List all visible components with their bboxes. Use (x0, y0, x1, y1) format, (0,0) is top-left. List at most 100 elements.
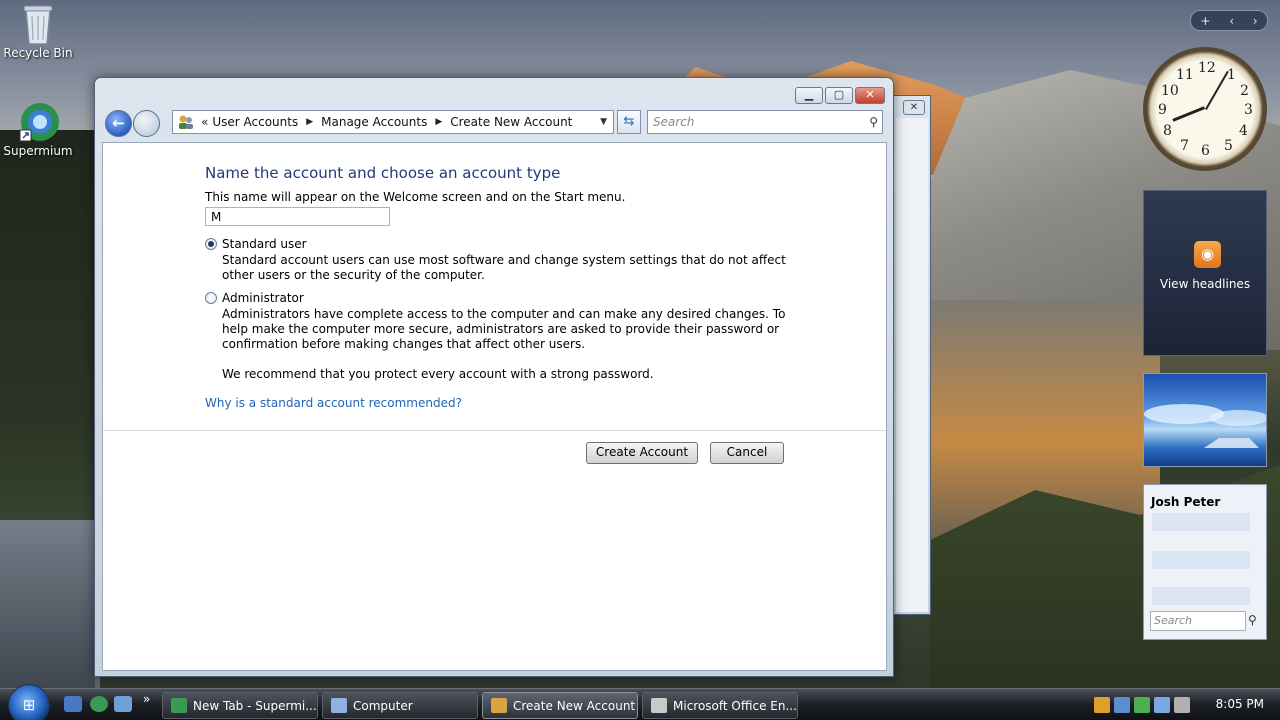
divider (103, 430, 886, 431)
security-shield-icon[interactable] (1094, 697, 1110, 713)
taskbar-item-label: Microsoft Office En... (673, 698, 797, 713)
clock-number: 3 (1244, 102, 1253, 118)
slide-image (1144, 404, 1269, 448)
chevron-down-icon[interactable]: ▼ (600, 117, 607, 127)
next-page-button[interactable]: › (1253, 14, 1258, 28)
arrow-left-icon: ← (112, 114, 125, 132)
close-button[interactable]: ✕ (855, 87, 885, 104)
supermium-icon (18, 100, 59, 142)
clock-number: 4 (1239, 123, 1248, 139)
administrator-radio[interactable] (205, 292, 217, 304)
standard-user-label[interactable]: Standard user (222, 237, 307, 251)
refresh-icon: ⇆ (623, 114, 635, 129)
standard-user-description: Standard account users can use most soft… (222, 253, 786, 282)
taskbar-clock[interactable]: 8:05 PM (1216, 697, 1264, 711)
chevron-right-icon[interactable]: ▶ (306, 117, 313, 127)
office-installer-icon (651, 698, 667, 713)
chevron-right-icon[interactable]: ▶ (435, 117, 442, 127)
quicklaunch-overflow[interactable]: » (143, 692, 150, 706)
taskbar-item-computer[interactable]: Computer (322, 692, 478, 719)
update-icon[interactable] (1134, 697, 1150, 713)
page-title: Name the account and choose an account t… (205, 164, 561, 182)
clock-number: 9 (1158, 102, 1167, 118)
breadcrumb-item-manage-accounts[interactable]: Manage Accounts (321, 115, 427, 129)
back-button[interactable]: ← (105, 110, 132, 137)
contact-detail-row (1152, 587, 1250, 605)
clock-number: 1 (1227, 67, 1236, 83)
content-pane: Name the account and choose an account t… (102, 142, 887, 671)
standard-user-radio[interactable] (205, 238, 217, 250)
breadcrumb-overflow-icon[interactable]: « (201, 115, 208, 129)
recycle-bin-icon (18, 2, 58, 45)
desktop-icon-label: Supermium (3, 144, 73, 158)
contact-detail-row (1152, 551, 1250, 569)
clock-number: 6 (1201, 143, 1210, 159)
previous-page-button[interactable]: ‹ (1229, 14, 1234, 28)
contacts-search-input[interactable]: Search (1150, 611, 1246, 631)
clock-number: 2 (1240, 83, 1249, 99)
volume-muted-icon[interactable] (1174, 697, 1190, 713)
search-icon[interactable]: ⚲ (1248, 613, 1257, 627)
supermium-quicklaunch-icon[interactable] (90, 696, 108, 712)
background-window[interactable]: ✕ (893, 95, 931, 615)
supermium-icon (171, 698, 187, 713)
maximize-button[interactable]: ▢ (825, 87, 853, 104)
taskbar-item-label: Create New Account (513, 698, 636, 713)
refresh-button[interactable]: ⇆ (617, 110, 641, 134)
clock-number: 8 (1163, 123, 1172, 139)
breadcrumb-item-user-accounts[interactable]: User Accounts (212, 115, 298, 129)
create-account-window: ▁ ▢ ✕ ← « User Accounts ▶ Manage Account… (94, 77, 894, 677)
window-controls: ▁ ▢ ✕ (795, 87, 885, 104)
name-description: This name will appear on the Welcome scr… (205, 190, 626, 204)
sidebar-controls: + ‹ › (1190, 10, 1268, 31)
user-accounts-icon (179, 115, 193, 129)
contact-name[interactable]: Josh Peter (1151, 495, 1220, 509)
breadcrumb-item-create-new-account[interactable]: Create New Account (450, 115, 572, 129)
clock-number: 5 (1224, 138, 1233, 154)
administrator-label[interactable]: Administrator (222, 291, 304, 305)
network-icon[interactable] (1154, 697, 1170, 713)
slide-show-gadget[interactable] (1143, 373, 1269, 467)
user-accounts-icon (491, 698, 507, 713)
clock-minute-hand (1205, 70, 1229, 110)
create-account-button[interactable]: Create Account (586, 442, 698, 464)
computer-icon (331, 698, 347, 713)
administrator-description: Administrators have complete access to t… (222, 307, 786, 351)
desktop-icon-recycle-bin[interactable]: Recycle Bin (0, 2, 76, 60)
close-icon[interactable]: ✕ (903, 100, 925, 115)
taskbar-item-label: New Tab - Supermi... (193, 698, 317, 713)
minimize-button[interactable]: ▁ (795, 87, 823, 104)
clock-number: 7 (1180, 138, 1189, 154)
desktop-icon-supermium[interactable]: Supermium (0, 100, 76, 158)
feed-headlines-gadget[interactable]: ◉ View headlines (1143, 190, 1267, 356)
search-input[interactable]: Search ⚲ (647, 110, 883, 134)
search-icon[interactable]: ⚲ (869, 115, 878, 129)
windows-logo-icon: ⊞ (22, 696, 36, 714)
taskbar-item-label: Computer (353, 698, 413, 713)
clock-hour-hand (1172, 106, 1205, 122)
contacts-gadget: Josh Peter Search ⚲ (1143, 484, 1267, 640)
taskbar-item-supermium[interactable]: New Tab - Supermi... (162, 692, 318, 719)
search-placeholder: Search (653, 115, 695, 129)
taskbar: ⊞ » New Tab - Supermi... Computer Create… (0, 684, 1280, 720)
standard-user-option[interactable]: Standard user (205, 237, 307, 251)
forward-button[interactable] (133, 110, 160, 137)
clock-number: 12 (1198, 60, 1216, 76)
clock-gadget[interactable]: 12 1 2 3 4 5 6 7 8 9 10 11 (1143, 47, 1267, 171)
administrator-option[interactable]: Administrator (205, 291, 304, 305)
taskbar-item-office[interactable]: Microsoft Office En... (642, 692, 798, 719)
switch-windows-icon[interactable] (114, 696, 132, 712)
clock-number: 10 (1161, 83, 1179, 99)
help-link[interactable]: Why is a standard account recommended? (205, 396, 462, 410)
cancel-button[interactable]: Cancel (710, 442, 784, 464)
contact-detail-row (1152, 513, 1250, 531)
rss-icon: ◉ (1194, 241, 1221, 268)
add-gadget-button[interactable]: + (1200, 14, 1210, 28)
start-button[interactable]: ⊞ (8, 684, 50, 720)
view-headlines-label[interactable]: View headlines (1144, 277, 1266, 291)
address-bar[interactable]: « User Accounts ▶ Manage Accounts ▶ Crea… (172, 110, 614, 134)
show-desktop-icon[interactable] (64, 696, 82, 712)
network-status-icon[interactable] (1114, 697, 1130, 713)
account-name-input[interactable] (205, 207, 390, 226)
taskbar-item-create-new-account[interactable]: Create New Account (482, 692, 638, 719)
